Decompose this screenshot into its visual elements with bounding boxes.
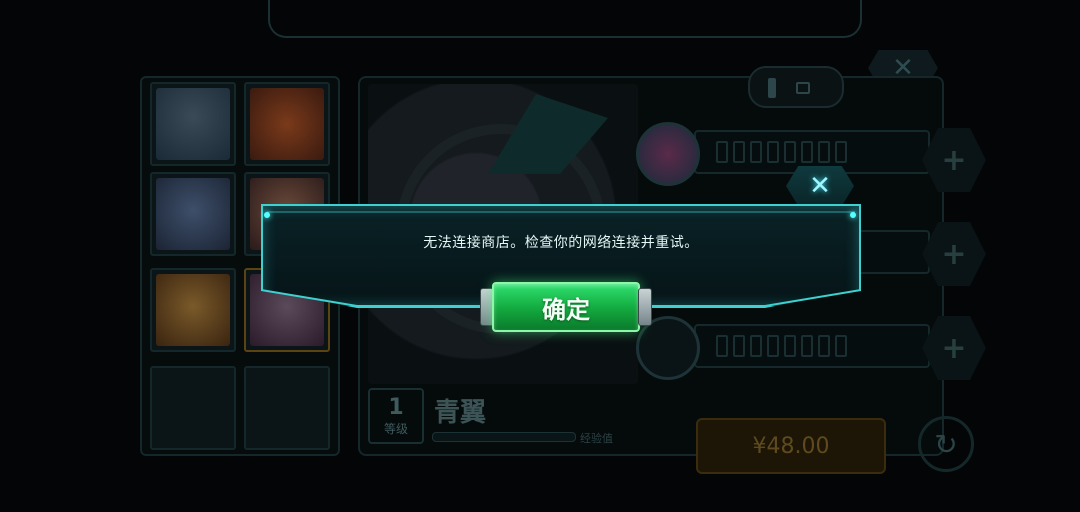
confirm-button-wrap: 确定 xyxy=(480,282,652,332)
hero-slot[interactable] xyxy=(150,172,236,256)
price-label: ¥48.00 xyxy=(752,433,830,459)
ability-row xyxy=(636,316,936,380)
refresh-icon[interactable]: ↻ xyxy=(918,416,974,472)
hero-level-label: 等级 xyxy=(383,422,408,436)
plus-icon: + xyxy=(941,142,967,178)
plus-icon: + xyxy=(941,236,967,272)
confirm-button[interactable]: 确定 xyxy=(492,282,640,332)
plus-icon: + xyxy=(941,330,967,366)
toggle-square-icon xyxy=(796,82,810,94)
toggle-bar-icon xyxy=(768,78,776,98)
hero-portrait xyxy=(156,274,230,346)
ability-icon[interactable] xyxy=(636,122,700,186)
hero-slot[interactable] xyxy=(150,268,236,352)
ability-track xyxy=(694,324,930,368)
hero-slot-empty[interactable] xyxy=(150,366,236,450)
dialog-close-button[interactable]: ✕ xyxy=(786,166,854,206)
dialog-corner-dot xyxy=(850,212,856,218)
hero-slot-empty[interactable] xyxy=(244,366,330,450)
hero-exp-bar xyxy=(432,432,576,442)
hero-name: 青翼 xyxy=(434,398,487,428)
hero-level-box: 1 等级 xyxy=(368,388,424,444)
skin-toggle[interactable] xyxy=(748,66,844,108)
hero-slot[interactable] xyxy=(150,82,236,166)
ability-row xyxy=(636,122,936,186)
hero-portrait xyxy=(156,88,230,160)
hero-portrait xyxy=(250,88,324,160)
purchase-price-button[interactable]: ¥48.00 xyxy=(696,418,886,474)
confirm-button-cap xyxy=(638,288,652,326)
dialog-message: 无法连接商店。检查你的网络连接并重试。 xyxy=(423,235,699,251)
close-icon: ✕ xyxy=(809,171,831,201)
dialog-corner-dot xyxy=(264,212,270,218)
hero-exp-label: 经验值 xyxy=(580,432,613,445)
hero-slot[interactable] xyxy=(244,82,330,166)
hero-portrait xyxy=(156,178,230,250)
hero-level-number: 1 xyxy=(388,395,404,420)
top-frame xyxy=(268,0,862,38)
